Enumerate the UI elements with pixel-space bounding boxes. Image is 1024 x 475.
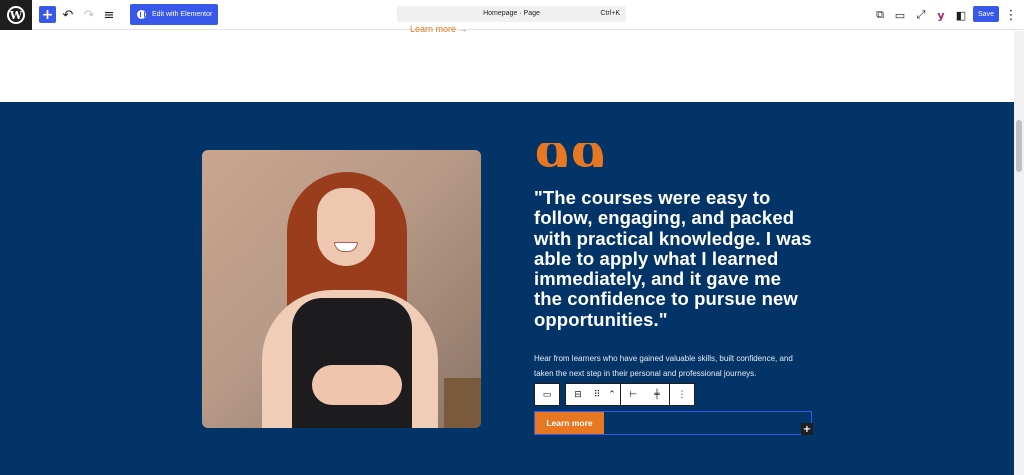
scrollbar-track[interactable] [1014, 31, 1024, 475]
edit-with-elementor-button[interactable]: Edit with Elementor [130, 4, 218, 25]
list-view-icon[interactable]: ≡ [100, 6, 118, 24]
learn-more-button[interactable]: Learn more [535, 412, 604, 434]
wordpress-logo-icon[interactable]: W [0, 0, 32, 30]
elementor-icon [137, 10, 146, 19]
yoast-seo-icon[interactable]: y [932, 6, 950, 24]
block-type-icon[interactable]: ▭ [535, 384, 559, 405]
move-up-down-icon[interactable]: ⌃ [604, 384, 620, 405]
photo-top [292, 298, 412, 428]
undo-icon[interactable]: ↶ [59, 6, 77, 24]
learn-more-link[interactable]: Learn more → [410, 24, 468, 34]
block-controls-group: ⊟ ⠿ ⌃ ⊢ ╪ ⋮ [565, 383, 695, 406]
add-block-inline-button[interactable]: + [801, 423, 813, 435]
block-type-group: ▭ [534, 383, 560, 406]
settings-sidebar-icon[interactable]: ◧ [952, 6, 970, 24]
quote-mark-icon: 99 [534, 143, 606, 167]
testimonial-section [0, 102, 1014, 475]
photo-face [317, 188, 375, 266]
fullscreen-icon[interactable]: ⤢ [912, 6, 930, 24]
photo-background-shelf [444, 378, 481, 428]
testimonial-photo [202, 150, 481, 428]
add-block-button[interactable]: + [39, 6, 56, 23]
device-preview-icon[interactable]: ▭ [891, 6, 909, 24]
scrollbar-thumb[interactable] [1016, 120, 1022, 172]
photo-hands [312, 365, 402, 405]
elementor-button-label: Edit with Elementor [152, 11, 213, 18]
save-button[interactable]: Save [973, 6, 999, 22]
vertical-align-icon[interactable]: ╪ [645, 384, 669, 405]
document-command-bar[interactable]: Homepage · Page Ctrl+K [397, 6, 626, 22]
justify-content-icon[interactable]: ⊢ [621, 384, 645, 405]
more-options-icon[interactable]: ⋮ [670, 384, 694, 405]
block-toolbar: ▭ ⊟ ⠿ ⌃ ⊢ ╪ ⋮ [534, 383, 695, 406]
document-title: Homepage · Page [483, 10, 540, 17]
view-page-icon[interactable]: ⧉ [871, 6, 889, 24]
buttons-block-icon[interactable]: ⊟ [566, 384, 590, 405]
redo-icon[interactable]: ↷ [80, 6, 98, 24]
editor-toolbar: W + ↶ ↷ ≡ Edit with Elementor Homepage ·… [0, 0, 1024, 30]
drag-handle-icon[interactable]: ⠿ [590, 384, 604, 405]
options-icon[interactable]: ⋮ [1002, 6, 1020, 24]
previous-section: Learn more → [0, 24, 1014, 102]
command-shortcut: Ctrl+K [600, 10, 620, 17]
testimonial-quote: "The courses were easy to follow, engagi… [534, 187, 812, 330]
testimonial-subtext: Hear from learners who have gained valua… [534, 354, 793, 378]
